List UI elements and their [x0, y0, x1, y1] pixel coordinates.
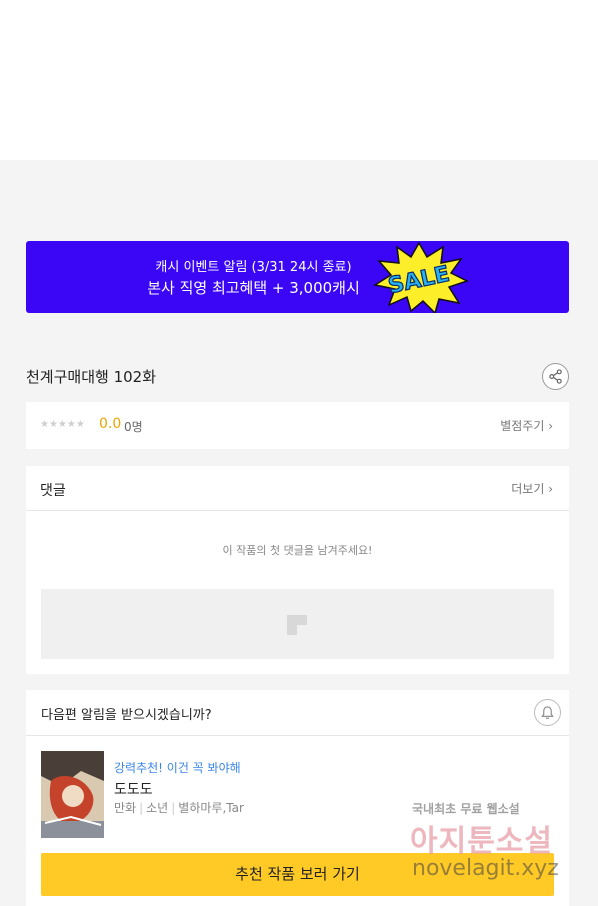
watermark-tagline: 국내최초 무료 웹소설: [412, 802, 520, 816]
recommendation-tag: 강력추천! 이건 꼭 봐야해: [114, 761, 241, 775]
rate-button[interactable]: 별점주기 ›: [500, 417, 553, 434]
watermark-brand: 아지툰소설: [410, 824, 553, 859]
recommended-category: 소년: [146, 801, 169, 815]
recommended-title[interactable]: 도도도: [114, 779, 153, 799]
cash-event-banner[interactable]: 캐시 이벤트 알림 (3/31 24시 종료) 본사 직영 최고혜택 + 3,0…: [26, 241, 569, 313]
recommended-meta: 만화 | 소년 | 별하마루,Tar: [114, 799, 244, 816]
comment-more-link[interactable]: 더보기 ›: [511, 480, 553, 497]
notify-divider: [26, 735, 569, 736]
meta-separator: |: [171, 801, 176, 815]
comment-divider: [26, 510, 569, 511]
rating-count: 0명: [124, 420, 143, 434]
bell-icon: [541, 706, 554, 719]
episode-title: 천계구매대행 102화: [26, 368, 156, 386]
site-watermark: 국내최초 무료 웹소설 아지툰소설 novelagit.xyz: [410, 800, 585, 890]
rating-card: ★★★★★ 0.0 0명 별점주기 ›: [26, 402, 569, 449]
watermark-url: novelagit.xyz: [412, 856, 559, 881]
comment-input[interactable]: [41, 589, 554, 659]
comment-section-title: 댓글: [40, 483, 66, 499]
recommended-genre: 만화: [114, 801, 137, 815]
comment-write-icon: [287, 615, 307, 635]
empty-comment-message: 이 작품의 첫 댓글을 남겨주세요!: [222, 544, 373, 557]
notify-question: 다음편 알림을 받으시겠습니까?: [41, 708, 212, 723]
sale-burst-icon: SALE: [373, 241, 469, 313]
top-blank-area: [0, 0, 598, 160]
meta-separator: |: [139, 801, 144, 815]
cover-art-image: [41, 751, 104, 838]
rating-score: 0.0: [99, 416, 122, 432]
recommended-cover-thumbnail[interactable]: [41, 751, 104, 838]
recommended-authors: 별하마루,Tar: [178, 801, 244, 815]
rating-stars: ★★★★★: [40, 419, 85, 430]
share-icon: [549, 369, 562, 384]
comment-section: 댓글 더보기 › 이 작품의 첫 댓글을 남겨주세요!: [26, 466, 569, 674]
notify-bell-button[interactable]: [534, 699, 561, 726]
share-button[interactable]: [542, 363, 569, 390]
